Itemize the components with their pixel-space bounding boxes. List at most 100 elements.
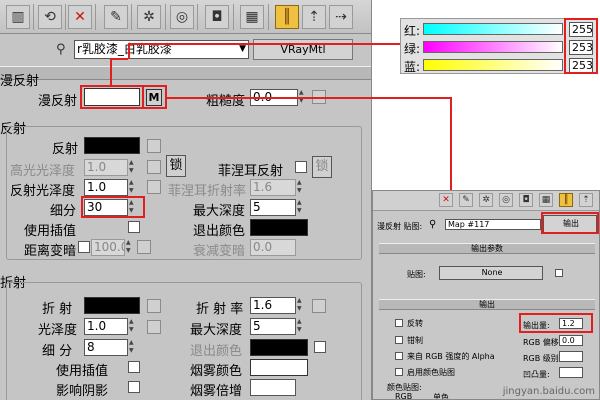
diffuse-label: 漫反射	[38, 94, 78, 109]
toolbar-separator	[197, 4, 198, 30]
blue-channel-label: 蓝:	[404, 60, 421, 74]
rgb-offset-input[interactable]: 0.0	[559, 335, 583, 346]
material-id-icon[interactable]: ◘	[205, 5, 229, 29]
eyedropper-icon[interactable]: ⚲	[429, 219, 436, 230]
rgb-offset-label: RGB 偏移:	[523, 338, 562, 347]
refl-use-interp-checkbox[interactable]	[128, 221, 140, 233]
refr-use-interp-label: 使用插值	[56, 364, 109, 379]
output-params-rollout[interactable]: 输出参数	[379, 243, 595, 254]
rgb-option-radio[interactable]: RGB	[395, 392, 412, 399]
alpha-from-rgb-label: 来自 RGB 强度的 Alpha	[407, 352, 495, 361]
dim-falloff-input[interactable]: 0.0	[250, 239, 296, 256]
ior-spinner[interactable]: ▲ ▼	[297, 297, 304, 314]
refract-map-button[interactable]	[147, 299, 161, 313]
delete-icon[interactable]: ✕	[439, 193, 453, 207]
dim-distance-checkbox[interactable]	[78, 241, 90, 253]
refl-gloss-label: 反射光泽度	[10, 184, 76, 199]
show-in-viewport-icon[interactable]: ▦	[539, 193, 553, 207]
map-none-button[interactable]: None	[439, 266, 543, 280]
refract-label: 折 射	[42, 302, 73, 317]
unique-icon[interactable]: ✲	[137, 5, 161, 29]
subdivs-highlight-box	[81, 196, 145, 218]
refl-gloss-input[interactable]: 1.0	[84, 179, 128, 196]
refl-exit-color-swatch[interactable]	[250, 219, 308, 236]
hilight-gloss-spinner[interactable]: ▲ ▼	[129, 159, 136, 176]
delete-icon[interactable]: ✕	[68, 5, 92, 29]
refr-exit-color-label: 退出颜色	[190, 344, 243, 359]
toolbar-separator	[233, 4, 234, 30]
fresnel-lock-button[interactable]: 锁	[312, 156, 332, 178]
show-end-result-icon[interactable]: ║	[559, 193, 573, 207]
refr-exit-color-checkbox[interactable]	[314, 341, 326, 353]
blue-channel-slider[interactable]	[423, 59, 563, 71]
refr-max-depth-input[interactable]: 5	[250, 318, 296, 335]
go-parent-icon[interactable]: ⇡	[579, 193, 593, 207]
red-channel-slider[interactable]	[423, 23, 563, 35]
put-to-scene-icon[interactable]: ⟲	[38, 5, 62, 29]
show-in-viewport-icon[interactable]: ▦	[240, 5, 264, 29]
toolbar-separator	[268, 4, 269, 30]
refr-gloss-spinner[interactable]: ▲ ▼	[129, 318, 136, 335]
fresnel-ior-input[interactable]: 1.6	[250, 179, 296, 196]
diffuse-rollout-bar[interactable]	[0, 66, 371, 80]
alpha-from-rgb-checkbox[interactable]	[395, 352, 403, 360]
invert-checkbox[interactable]	[395, 319, 403, 327]
copy-icon[interactable]: ✎	[459, 193, 473, 207]
fresnel-ior-label: 菲涅耳折射率	[168, 184, 247, 199]
hilight-gloss-input[interactable]: 1.0	[84, 159, 128, 176]
unique-icon[interactable]: ✲	[479, 193, 493, 207]
rgb-level-label: RGB 级别:	[523, 354, 562, 363]
diffuse-section-title: 漫反射	[0, 74, 40, 89]
fresnel-ior-spinner[interactable]: ▲ ▼	[297, 179, 304, 196]
refr-use-interp-checkbox[interactable]	[128, 361, 140, 373]
put-library-icon[interactable]: ◎	[170, 5, 194, 29]
fog-mult-input[interactable]	[250, 379, 296, 396]
dim-distance-map-button[interactable]	[137, 240, 151, 254]
refract-color-swatch[interactable]	[84, 297, 140, 314]
output-rollout[interactable]: 输出	[379, 299, 595, 310]
fresnel-checkbox[interactable]	[295, 161, 307, 173]
refr-max-depth-spinner[interactable]: ▲ ▼	[297, 318, 304, 335]
refl-gloss-map-button[interactable]	[147, 180, 161, 194]
hilight-gloss-label: 高光光泽度	[10, 164, 76, 179]
refr-gloss-map-button[interactable]	[147, 320, 161, 334]
map-enable-checkbox[interactable]	[555, 269, 563, 277]
mono-option-radio[interactable]: 单色	[433, 392, 449, 399]
rgb-level-input[interactable]	[559, 351, 583, 362]
green-channel-slider[interactable]	[423, 41, 563, 53]
refr-subdivs-input[interactable]: 8	[84, 339, 128, 356]
ior-map-button[interactable]	[312, 299, 326, 313]
ior-input[interactable]: 1.6	[250, 297, 296, 314]
clamp-checkbox[interactable]	[395, 336, 403, 344]
copy-icon[interactable]: ✎	[104, 5, 128, 29]
refl-gloss-spinner[interactable]: ▲ ▼	[129, 179, 136, 196]
refl-max-depth-input[interactable]: 5	[250, 199, 296, 216]
refl-max-depth-spinner[interactable]: ▲ ▼	[297, 199, 304, 216]
hilight-lock-button[interactable]: 锁	[166, 155, 186, 177]
reflect-color-swatch[interactable]	[84, 137, 140, 154]
affect-shadows-checkbox[interactable]	[128, 381, 140, 393]
material-id-icon[interactable]: ◘	[519, 193, 533, 207]
go-parent-icon[interactable]: ⇡	[302, 5, 326, 29]
dim-distance-input[interactable]: 100.0m	[91, 239, 125, 256]
refr-subdivs-spinner[interactable]: ▲ ▼	[129, 339, 136, 356]
reflect-map-button[interactable]	[147, 139, 161, 153]
fog-mult-label: 烟雾倍增	[190, 384, 243, 399]
material-slot-icon[interactable]: ▥	[6, 5, 30, 29]
green-channel-label: 绿:	[404, 42, 421, 56]
ior-label: 折 射 率	[196, 302, 244, 317]
eyedropper-icon[interactable]: ⚲	[56, 42, 70, 58]
enable-color-map-checkbox[interactable]	[395, 368, 403, 376]
refr-gloss-input[interactable]: 1.0	[84, 318, 128, 335]
toolbar-separator	[33, 4, 34, 30]
put-library-icon[interactable]: ◎	[499, 193, 513, 207]
bump-amount-input[interactable]	[559, 367, 583, 378]
show-end-result-icon[interactable]: ║	[275, 5, 299, 29]
map-name-field[interactable]: Map #117	[445, 219, 541, 230]
go-sibling-icon[interactable]: ⇢	[329, 5, 353, 29]
fog-color-swatch[interactable]	[250, 359, 308, 376]
refr-exit-color-swatch[interactable]	[250, 339, 308, 356]
dim-distance-spinner[interactable]: ▲ ▼	[126, 239, 133, 256]
hilight-gloss-map-button[interactable]	[147, 160, 161, 174]
clamp-label: 钳制	[407, 336, 423, 345]
